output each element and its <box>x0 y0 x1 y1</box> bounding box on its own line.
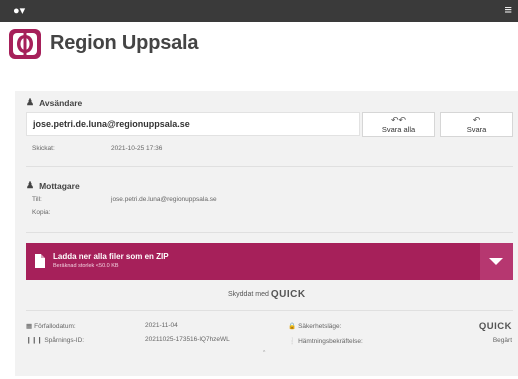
divider <box>26 232 513 233</box>
zip-download-bar[interactable]: Ladda ner alla filer som en ZIP Beräknad… <box>26 243 513 280</box>
globe-menu-icon[interactable]: ●▾ <box>13 5 25 17</box>
zip-title: Ladda ner alla filer som en ZIP <box>53 252 169 261</box>
divider <box>26 310 513 311</box>
tracking-value: 20211025-173516-lQ7hzeWL <box>145 336 230 343</box>
to-label: Till: <box>32 196 42 203</box>
sent-value: 2021-10-25 17:36 <box>111 145 163 152</box>
sender-section-title: ♟ Avsändare <box>26 97 83 108</box>
reply-icon: ↶ <box>472 115 481 125</box>
info-icon: ❕ <box>288 338 297 345</box>
user-icon: ♟ <box>26 97 35 107</box>
divider <box>26 166 513 167</box>
tracking-label: ❙❙❙ Spårnings-ID: <box>26 337 85 344</box>
brand-name: Region Uppsala <box>50 31 199 54</box>
cc-label: Kopia: <box>32 209 51 216</box>
security-value: QUICK <box>478 321 512 332</box>
lock-icon: 🔒 <box>288 323 297 330</box>
reply-all-button[interactable]: ↶↶ Svara alla <box>362 112 435 137</box>
recipients-section-title: ♟ Mottagare <box>26 180 80 191</box>
to-value: jose.petri.de.luna@regionuppsala.se <box>111 196 217 203</box>
reply-all-icon: ↶↶ <box>390 115 407 125</box>
top-bar: ●▾ ≡ <box>0 0 518 22</box>
chevron-down-icon <box>489 258 503 265</box>
sender-email: jose.petri.de.luna@regionuppsala.se <box>26 112 360 136</box>
calendar-icon: ▦ <box>26 323 33 330</box>
receipt-value: Begärt <box>492 337 512 344</box>
receipt-label: ❕ Hämtningsbekräftelse: <box>288 338 363 345</box>
security-label: 🔒 Säkerhetsläge: <box>288 323 342 330</box>
zip-size: Beräknad storlek <50.0 KB <box>53 263 119 269</box>
expiry-label: ▦ Förfallodatum: <box>26 323 76 330</box>
barcode-icon: ❙❙❙ <box>26 337 43 344</box>
protected-by: Skyddat med QUICK <box>228 289 306 300</box>
brand-logo: Region Uppsala <box>8 26 199 60</box>
users-icon: ♟ <box>26 180 35 190</box>
chevron-up-icon[interactable]: ˆ <box>263 351 265 358</box>
expiry-value: 2021-11-04 <box>145 322 178 329</box>
quick-logo: QUICK <box>270 289 306 300</box>
zip-expand-button[interactable] <box>480 243 513 280</box>
sent-label: Skickat: <box>32 145 55 152</box>
hamburger-icon[interactable]: ≡ <box>504 3 512 17</box>
region-uppsala-logo-icon <box>9 29 41 59</box>
reply-button[interactable]: ↶ Svara <box>440 112 513 137</box>
file-icon <box>35 254 45 268</box>
